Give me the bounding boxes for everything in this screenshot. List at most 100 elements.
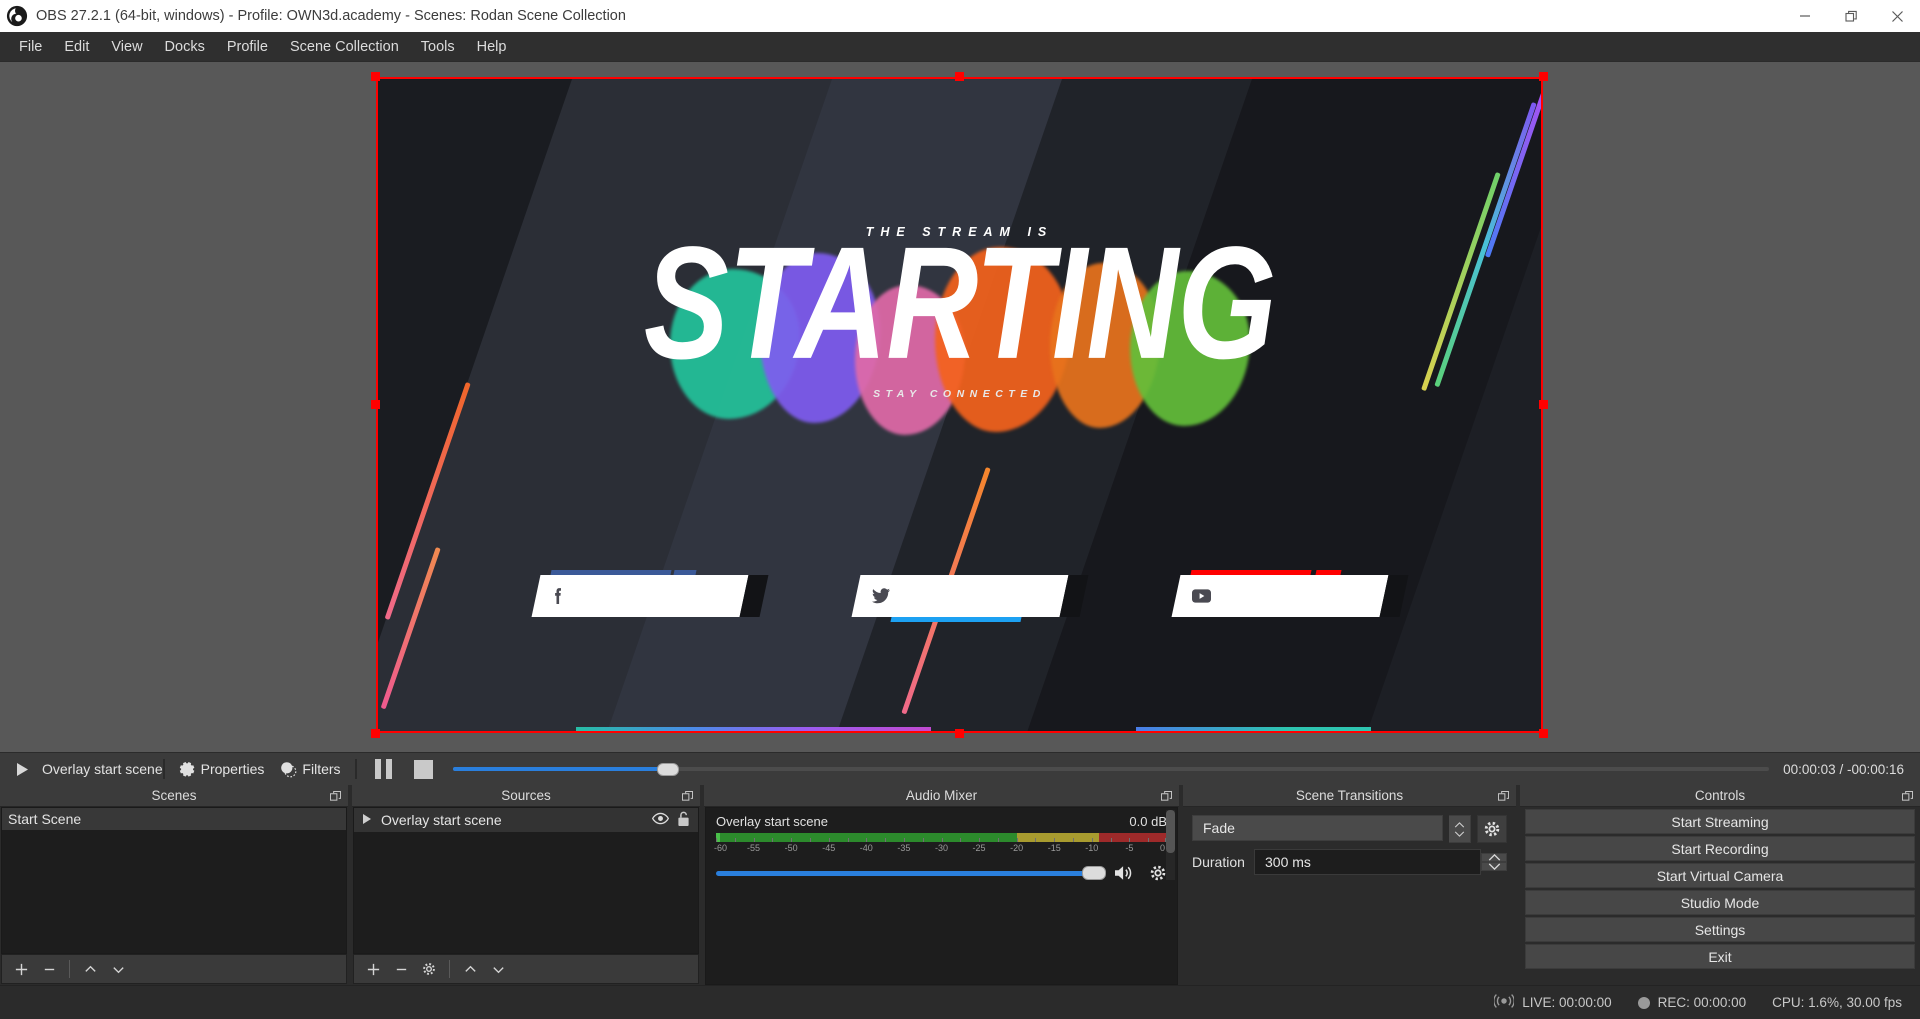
undock-icon[interactable] (1161, 790, 1172, 805)
properties-button[interactable]: Properties (179, 761, 265, 778)
menu-bar: File Edit View Docks Profile Scene Colle… (0, 32, 1920, 62)
preview-area[interactable]: THE STREAM IS STARTING STAY CONNECTED (0, 62, 1920, 752)
audio-level-value: 0.0 dB (1129, 814, 1167, 829)
scene-transitions-dock-title: Scene Transitions (1183, 785, 1516, 807)
remove-source-button[interactable] (388, 957, 414, 981)
resize-handle-ml[interactable] (371, 400, 380, 409)
transition-value: Fade (1203, 820, 1235, 836)
menu-item-scene-collection[interactable]: Scene Collection (279, 34, 410, 60)
menu-item-docks[interactable]: Docks (154, 34, 216, 60)
scale-label: -40 (860, 843, 873, 853)
exit-button[interactable]: Exit (1525, 944, 1915, 969)
mixer-scrollbar-thumb[interactable] (1166, 810, 1175, 853)
menu-item-edit[interactable]: Edit (53, 34, 100, 60)
scale-label: -10 (1085, 843, 1098, 853)
scenes-list[interactable]: Start Scene (1, 807, 347, 954)
start-streaming-button[interactable]: Start Streaming (1525, 809, 1915, 834)
menu-item-profile[interactable]: Profile (216, 34, 279, 60)
filters-label: Filters (302, 761, 340, 777)
transition-select-arrows[interactable] (1449, 815, 1471, 843)
menu-item-tools[interactable]: Tools (410, 34, 466, 60)
transition-settings-gear-icon[interactable] (1477, 815, 1507, 843)
restore-icon[interactable] (1828, 0, 1874, 32)
scenes-dock-title: Scenes (0, 785, 348, 807)
sources-list[interactable]: Overlay start scene (353, 807, 699, 954)
move-source-up-button[interactable] (457, 957, 483, 981)
sources-title-label: Sources (501, 788, 551, 803)
unlock-icon[interactable] (677, 811, 690, 830)
source-properties-button[interactable] (416, 957, 442, 981)
resize-handle-tr[interactable] (1539, 72, 1548, 81)
scale-label: -35 (897, 843, 910, 853)
duration-increment-button[interactable] (1481, 853, 1507, 862)
pause-bar (375, 759, 381, 779)
resize-handle-br[interactable] (1539, 729, 1548, 738)
resize-handle-mr[interactable] (1539, 400, 1548, 409)
add-scene-button[interactable] (8, 957, 34, 981)
remove-scene-button[interactable] (36, 957, 62, 981)
move-scene-up-button[interactable] (77, 957, 103, 981)
play-icon[interactable] (10, 762, 34, 777)
settings-button[interactable]: Settings (1525, 917, 1915, 942)
menu-item-file[interactable]: File (8, 34, 53, 60)
audio-settings-gear-icon[interactable] (1149, 864, 1167, 882)
source-list-item[interactable]: Overlay start scene (354, 808, 698, 832)
filters-button[interactable]: Filters (280, 761, 340, 778)
move-scene-down-button[interactable] (105, 957, 131, 981)
resize-handle-bc[interactable] (955, 729, 964, 738)
scrubber-handle[interactable] (657, 763, 679, 776)
preview-canvas[interactable]: THE STREAM IS STARTING STAY CONNECTED (376, 77, 1543, 733)
social-bar-shadow (739, 575, 768, 617)
menu-item-help[interactable]: Help (466, 34, 518, 60)
youtube-accent-2 (1315, 570, 1341, 575)
pause-bar (386, 759, 392, 779)
menu-item-view[interactable]: View (100, 34, 153, 60)
duration-input[interactable]: 300 ms (1254, 849, 1481, 875)
playback-time: 00:00:03 / -00:00:16 (1783, 762, 1904, 777)
transition-duration-row: Duration 300 ms (1192, 849, 1507, 875)
undock-icon[interactable] (1902, 790, 1913, 805)
volume-fill (716, 871, 1086, 876)
audio-mixer-dock: Audio Mixer Overlay start scene 0.0 dB (704, 785, 1179, 985)
scene-list-item[interactable]: Start Scene (2, 808, 346, 830)
eye-icon[interactable] (652, 812, 669, 828)
scenes-title-label: Scenes (151, 788, 196, 803)
duration-stepper[interactable] (1481, 853, 1507, 871)
resize-handle-tc[interactable] (955, 72, 964, 81)
speaker-icon[interactable] (1113, 864, 1135, 882)
start-recording-button[interactable]: Start Recording (1525, 836, 1915, 861)
playback-scrubber[interactable] (453, 760, 1770, 778)
scale-label: -30 (935, 843, 948, 853)
source-name: Overlay start scene (381, 812, 502, 828)
controls-body: Start Streaming Start Recording Start Vi… (1521, 807, 1919, 985)
close-icon[interactable] (1874, 0, 1920, 32)
triangle-right-icon[interactable] (362, 812, 373, 828)
resize-handle-bl[interactable] (371, 729, 380, 738)
studio-mode-button[interactable]: Studio Mode (1525, 890, 1915, 915)
add-source-button[interactable] (360, 957, 386, 981)
move-source-down-button[interactable] (485, 957, 511, 981)
pause-icon[interactable] (375, 759, 392, 779)
minimize-icon[interactable] (1782, 0, 1828, 32)
sources-dock: Sources Overlay start scene (352, 785, 700, 985)
mixer-scrollbar[interactable] (1166, 810, 1175, 880)
cpu-usage: CPU: 1.6%, 30.00 fps (1772, 995, 1902, 1010)
scale-label: 0 (1160, 843, 1165, 853)
transition-select[interactable]: Fade (1192, 815, 1443, 841)
stop-icon[interactable] (414, 760, 433, 779)
audio-channel-header: Overlay start scene 0.0 dB (716, 814, 1167, 829)
rec-timer: REC: 00:00:00 (1658, 995, 1747, 1010)
start-virtual-camera-button[interactable]: Start Virtual Camera (1525, 863, 1915, 888)
scale-label: -25 (973, 843, 986, 853)
resize-handle-tl[interactable] (371, 72, 380, 81)
audio-mixer-body[interactable]: Overlay start scene 0.0 dB (705, 807, 1178, 985)
duration-decrement-button[interactable] (1481, 862, 1507, 871)
volume-slider[interactable] (716, 866, 1101, 880)
volume-handle[interactable] (1082, 866, 1106, 880)
scale-label: -55 (747, 843, 760, 853)
undock-icon[interactable] (330, 790, 341, 805)
preview-control-bar: Overlay start scene Properties Filters 0… (0, 752, 1920, 785)
social-bar-twitter (851, 575, 1068, 617)
undock-icon[interactable] (682, 790, 693, 805)
undock-icon[interactable] (1498, 790, 1509, 805)
